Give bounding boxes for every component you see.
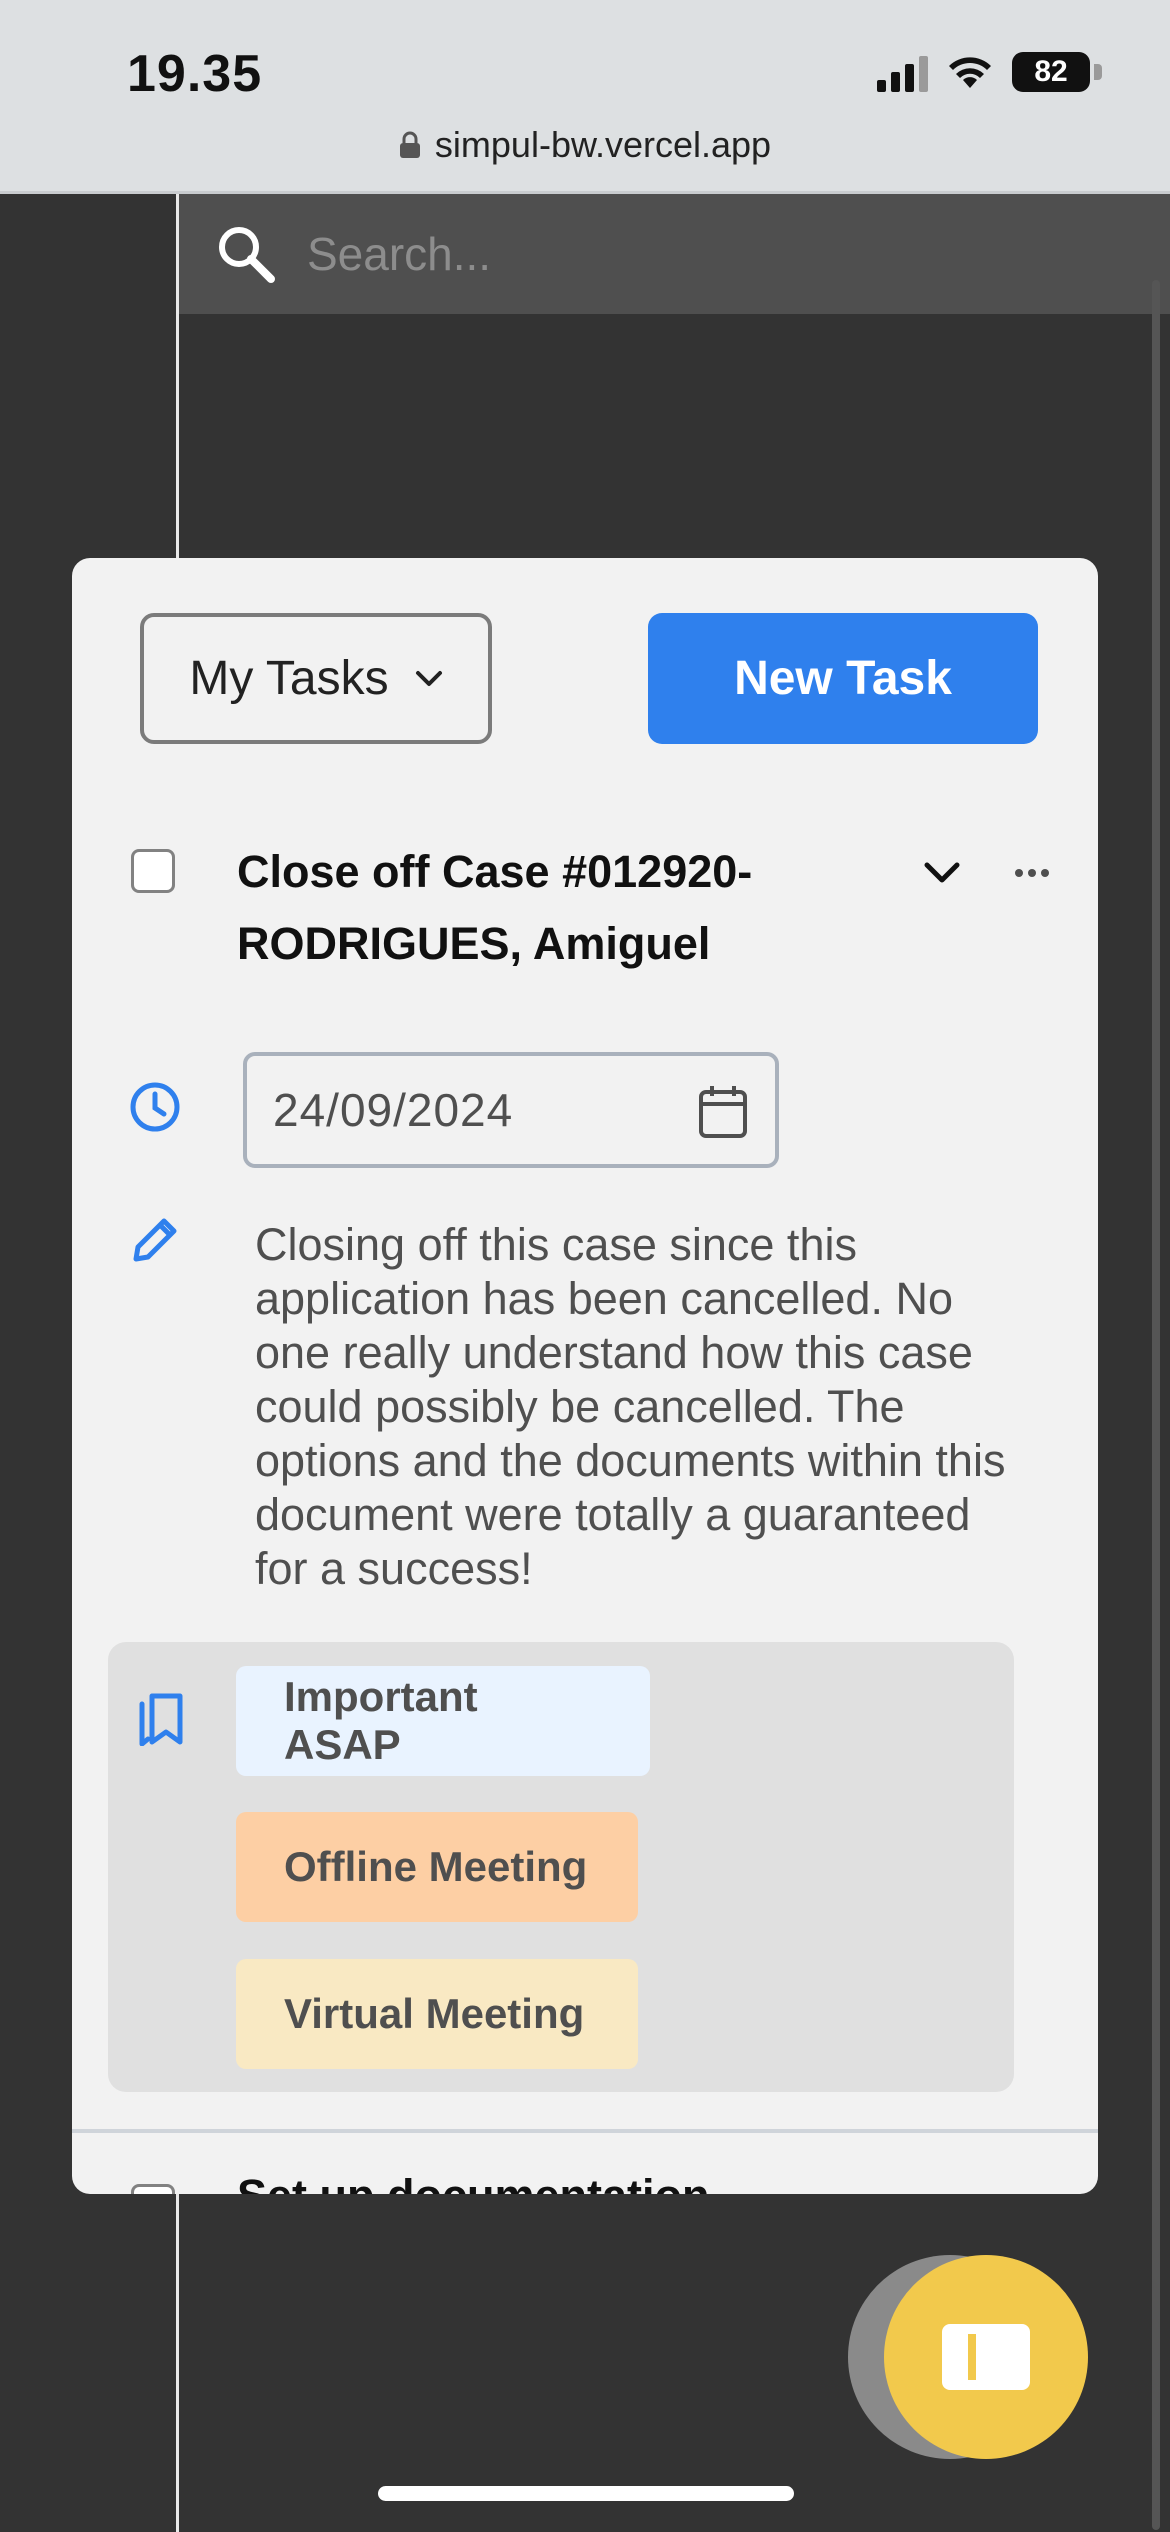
chevron-down-icon [924,862,960,883]
my-tasks-dropdown[interactable]: My Tasks [140,613,492,744]
sidebar-toggle-icon [942,2324,1030,2390]
browser-status-bar: 19.35 82 simpul-bw.vercel.app [0,0,1170,194]
task-panel: My Tasks New Task Close off Case #012920… [72,558,1098,2194]
status-icons: 82 [877,52,1102,92]
url-text: simpul-bw.vercel.app [434,124,772,165]
clock-icon [130,1082,180,1132]
task-description[interactable]: Closing off this case since this applica… [255,1218,1015,1596]
task-checkbox[interactable] [131,2184,175,2194]
bookmarks-icon[interactable] [138,1692,184,1746]
next-task-title: Set up documentation [237,2170,710,2194]
task-options-button[interactable] [1002,848,1062,898]
task-divider [72,2129,1098,2133]
tag-important-asap[interactable]: Important ASAP [236,1666,650,1776]
calendar-icon[interactable] [697,1084,749,1140]
due-date-field[interactable]: 24/09/2024 [243,1052,779,1168]
battery-indicator: 82 [1012,52,1102,92]
wifi-icon [949,57,991,88]
cellular-signal-icon [877,52,928,92]
search-icon[interactable] [215,223,277,285]
task-checkbox[interactable] [131,849,175,893]
sidebar-toggle-button[interactable] [884,2255,1088,2459]
task-title: Close off Case #012920- RODRIGUES, Amigu… [237,846,753,969]
home-indicator [378,2486,794,2501]
lock-icon [399,131,420,158]
url-bar[interactable]: simpul-bw.vercel.app [0,124,1170,166]
due-date-value: 24/09/2024 [273,1084,514,1136]
scrollbar[interactable] [1152,280,1160,2530]
new-task-button[interactable]: New Task [648,613,1038,744]
chevron-down-icon [415,670,442,686]
tags-section: Important ASAP Offline Meeting Virtual M… [108,1642,1014,2092]
collapse-task-button[interactable] [912,848,972,898]
status-time: 19.35 [127,45,263,103]
more-horizontal-icon [1015,869,1049,877]
search-input[interactable] [307,227,1007,281]
tag-offline-meeting[interactable]: Offline Meeting [236,1812,638,1922]
tag-virtual-meeting[interactable]: Virtual Meeting [236,1959,638,2069]
search-bar [179,194,1170,314]
pencil-icon[interactable] [130,1213,182,1265]
my-tasks-label: My Tasks [189,652,389,705]
